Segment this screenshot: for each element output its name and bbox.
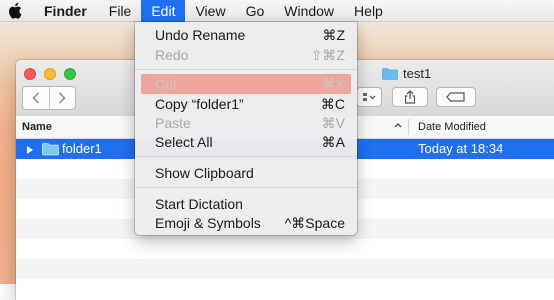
share-button[interactable] (392, 87, 428, 107)
menu-bar: Finder File Edit View Go Window Help (0, 0, 554, 22)
share-icon (404, 90, 416, 104)
minimize-button[interactable] (44, 68, 56, 80)
folder-icon (382, 68, 398, 80)
menu-edit[interactable]: Edit (141, 0, 186, 22)
menu-item-undo[interactable]: Undo Rename ⌘Z (135, 25, 357, 45)
row-name: folder1 (62, 141, 102, 156)
folder-icon (42, 142, 59, 159)
tag-icon (446, 92, 465, 102)
back-forward-group (22, 86, 76, 110)
sort-ascending-icon[interactable] (394, 120, 402, 131)
empty-row (16, 239, 554, 259)
zoom-button[interactable] (64, 68, 76, 80)
empty-row (16, 259, 554, 279)
column-date-header[interactable]: Date Modified (418, 121, 486, 133)
edit-menu-dropdown: Undo Rename ⌘Z Redo ⇧⌘Z Cut ⌘X Copy “fol… (135, 22, 357, 235)
view-options-icon (363, 93, 376, 101)
column-name-header[interactable]: Name (22, 121, 52, 133)
menu-item-start-dictation[interactable]: Start Dictation (135, 194, 357, 214)
window-title: test1 (382, 66, 431, 81)
menu-view[interactable]: View (185, 0, 235, 22)
window-title-text: test1 (403, 66, 432, 81)
close-button[interactable] (24, 68, 36, 80)
empty-row (16, 279, 554, 299)
menu-item-paste[interactable]: Paste ⌘V (135, 113, 357, 133)
row-date: Today at 18:34 (418, 141, 504, 156)
menu-separator (135, 69, 357, 70)
forward-button[interactable] (48, 87, 76, 109)
menu-item-cut[interactable]: Cut ⌘X (141, 74, 351, 94)
menu-item-redo[interactable]: Redo ⇧⌘Z (135, 45, 357, 65)
disclosure-triangle-icon[interactable] (26, 143, 34, 158)
menu-item-copy[interactable]: Copy “folder1” ⌘C (135, 94, 357, 114)
menu-help[interactable]: Help (344, 0, 393, 22)
menu-item-select-all[interactable]: Select All ⌘A (135, 132, 357, 152)
view-options-button[interactable] (356, 87, 382, 107)
menu-file[interactable]: File (99, 0, 142, 22)
chevron-right-icon (59, 92, 66, 104)
menu-item-emoji-symbols[interactable]: Emoji & Symbols ^⌘Space (135, 213, 357, 233)
menu-go[interactable]: Go (236, 0, 275, 22)
menu-item-show-clipboard[interactable]: Show Clipboard (135, 163, 357, 183)
menu-finder[interactable]: Finder (38, 0, 99, 22)
apple-icon[interactable] (8, 2, 24, 20)
menu-separator (135, 156, 357, 157)
column-divider[interactable] (408, 119, 409, 135)
back-button[interactable] (23, 87, 49, 109)
menu-window[interactable]: Window (274, 0, 344, 22)
tag-button[interactable] (436, 87, 476, 107)
menu-separator (135, 187, 357, 188)
chevron-left-icon (32, 92, 39, 104)
